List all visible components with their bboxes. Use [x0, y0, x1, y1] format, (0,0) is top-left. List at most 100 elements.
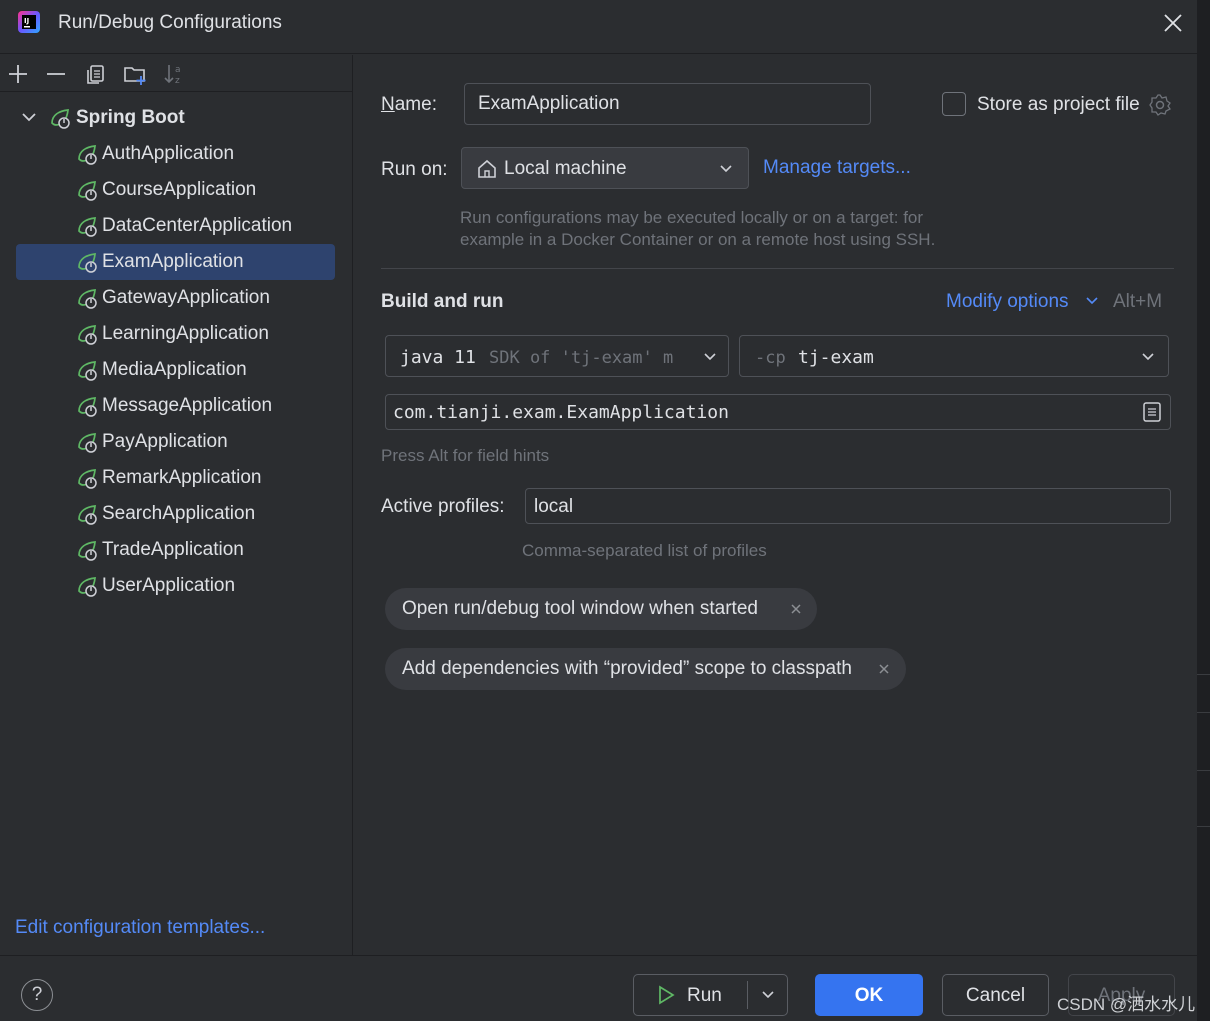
sdk-java-value: java 11 [400, 347, 476, 368]
spring-boot-icon [78, 505, 97, 525]
help-button[interactable]: ? [21, 979, 53, 1011]
chevron-down-icon[interactable] [20, 108, 38, 126]
browse-class-icon[interactable] [1142, 401, 1162, 423]
tree-item-label: MediaApplication [102, 359, 247, 380]
home-icon [478, 159, 496, 178]
configurations-sidebar: a z Spring Boot Edit configuration templ… [0, 55, 353, 955]
tree-group-label: Spring Boot [76, 107, 185, 128]
tree-group-spring-boot[interactable]: Spring Boot [16, 100, 335, 136]
tree-item-tradeapplication[interactable]: TradeApplication [16, 532, 335, 568]
close-icon[interactable] [1160, 10, 1186, 36]
svg-text:a: a [175, 65, 181, 75]
spring-boot-icon [78, 361, 97, 381]
run-on-hint-line-2: example in a Docker Container or on a re… [460, 230, 936, 249]
active-profiles-label: Active profiles: [381, 496, 505, 517]
background-window-edge [1197, 0, 1210, 1021]
tree-item-messageapplication[interactable]: MessageApplication [16, 388, 335, 424]
add-icon[interactable] [6, 62, 30, 86]
classpath-module-select[interactable]: -cp tj-exam [739, 335, 1169, 377]
tree-item-label: ExamApplication [102, 251, 244, 272]
tree-item-userapplication[interactable]: UserApplication [16, 568, 335, 604]
store-as-project-file-label: Store as project file [977, 94, 1140, 115]
svg-text:IJ: IJ [24, 17, 29, 25]
chevron-down-icon[interactable] [1084, 293, 1100, 309]
option-chip-provided-scope: Add dependencies with “provided” scope t… [385, 648, 906, 690]
toolbar-divider [0, 91, 353, 92]
watermark-text: CSDN @洒水水儿 [1057, 995, 1196, 1014]
option-chip-label: Add dependencies with “provided” scope t… [402, 658, 852, 679]
active-profiles-value: local [534, 496, 574, 517]
spring-boot-icon [78, 145, 97, 165]
option-chip-label: Open run/debug tool window when started [402, 598, 758, 619]
sdk-select[interactable]: java 11 SDK of 'tj-exam' m [385, 335, 729, 377]
close-icon[interactable] [876, 661, 892, 677]
run-on-select[interactable]: Local machine [461, 147, 749, 189]
spring-boot-icon [78, 289, 97, 309]
tree-item-label: DataCenterApplication [102, 215, 293, 236]
tree-item-authapplication[interactable]: AuthApplication [16, 136, 335, 172]
modify-options-link[interactable]: Modify options [946, 291, 1069, 313]
run-on-label: Run on: [381, 159, 448, 180]
tree-item-datacenterapplication[interactable]: DataCenterApplication [16, 208, 335, 244]
spring-boot-icon [78, 325, 97, 345]
ok-button-label: OK [854, 985, 884, 1006]
remove-icon[interactable] [44, 62, 68, 86]
tree-item-learningapplication[interactable]: LearningApplication [16, 316, 335, 352]
spring-boot-icon [78, 577, 97, 597]
gear-icon[interactable] [1148, 93, 1172, 117]
cancel-button[interactable]: Cancel [942, 974, 1049, 1016]
tree-item-mediaapplication[interactable]: MediaApplication [16, 352, 335, 388]
active-profiles-hint: Comma-separated list of profiles [522, 541, 767, 560]
tree-item-label: TradeApplication [102, 539, 244, 560]
title-bar: IJ Run/Debug Configurations [0, 0, 1197, 54]
run-button-group: Run [633, 974, 788, 1016]
spring-boot-icon [78, 433, 97, 453]
field-hints-text: Press Alt for field hints [381, 446, 550, 465]
sdk-hint: SDK of 'tj-exam' m [489, 348, 674, 368]
edit-configuration-templates-link[interactable]: Edit configuration templates... [15, 917, 265, 939]
ok-button[interactable]: OK [815, 974, 923, 1016]
name-value: ExamApplication [478, 93, 620, 114]
active-profiles-field[interactable]: local [525, 488, 1171, 524]
tree-item-label: LearningApplication [102, 323, 269, 344]
manage-targets-link[interactable]: Manage targets... [763, 157, 911, 179]
tree-item-label: GatewayApplication [102, 287, 270, 308]
tree-item-searchapplication[interactable]: SearchApplication [16, 496, 335, 532]
main-class-value: com.tianji.exam.ExamApplication [393, 402, 729, 423]
tree-item-label: UserApplication [102, 575, 236, 596]
button-divider [747, 981, 748, 1009]
tree-item-label: RemarkApplication [102, 467, 262, 488]
run-on-hint-line-1: Run configurations may be executed local… [460, 208, 924, 227]
configuration-form: Name: ExamApplication Store as project f… [354, 55, 1197, 955]
spring-boot-icon [78, 181, 97, 201]
sort-icon[interactable]: a z [162, 62, 186, 86]
run-button[interactable]: Run [687, 985, 722, 1007]
tree-item-gatewayapplication[interactable]: GatewayApplication [16, 280, 335, 316]
tree-item-payapplication[interactable]: PayApplication [16, 424, 335, 460]
cancel-button-label: Cancel [965, 985, 1026, 1006]
spring-boot-icon [78, 397, 97, 417]
tree-item-label: SearchApplication [102, 503, 256, 524]
close-icon[interactable] [788, 601, 804, 617]
spring-boot-icon [78, 217, 97, 237]
main-class-field[interactable]: com.tianji.exam.ExamApplication [385, 394, 1171, 430]
tree-item-remarkapplication[interactable]: RemarkApplication [16, 460, 335, 496]
tree-item-examapplication[interactable]: ExamApplication [16, 244, 335, 280]
chevron-down-icon[interactable] [760, 987, 776, 1003]
new-folder-icon[interactable] [123, 62, 147, 86]
chevron-down-icon [1142, 353, 1154, 361]
spring-boot-icon [51, 109, 70, 129]
store-as-project-file-checkbox[interactable] [942, 92, 966, 116]
copy-icon[interactable] [84, 62, 108, 86]
svg-text:z: z [175, 76, 180, 86]
option-chip-open-tool-window: Open run/debug tool window when started [385, 588, 817, 630]
tree-item-label: AuthApplication [102, 143, 235, 164]
spring-boot-icon [78, 253, 97, 273]
name-field[interactable]: ExamApplication [464, 83, 871, 125]
tree-item-label: CourseApplication [102, 179, 257, 200]
section-divider [381, 268, 1174, 269]
cp-flag: -cp [755, 348, 786, 368]
name-label: Name: [381, 94, 437, 115]
build-and-run-title: Build and run [381, 291, 504, 312]
tree-item-courseapplication[interactable]: CourseApplication [16, 172, 335, 208]
